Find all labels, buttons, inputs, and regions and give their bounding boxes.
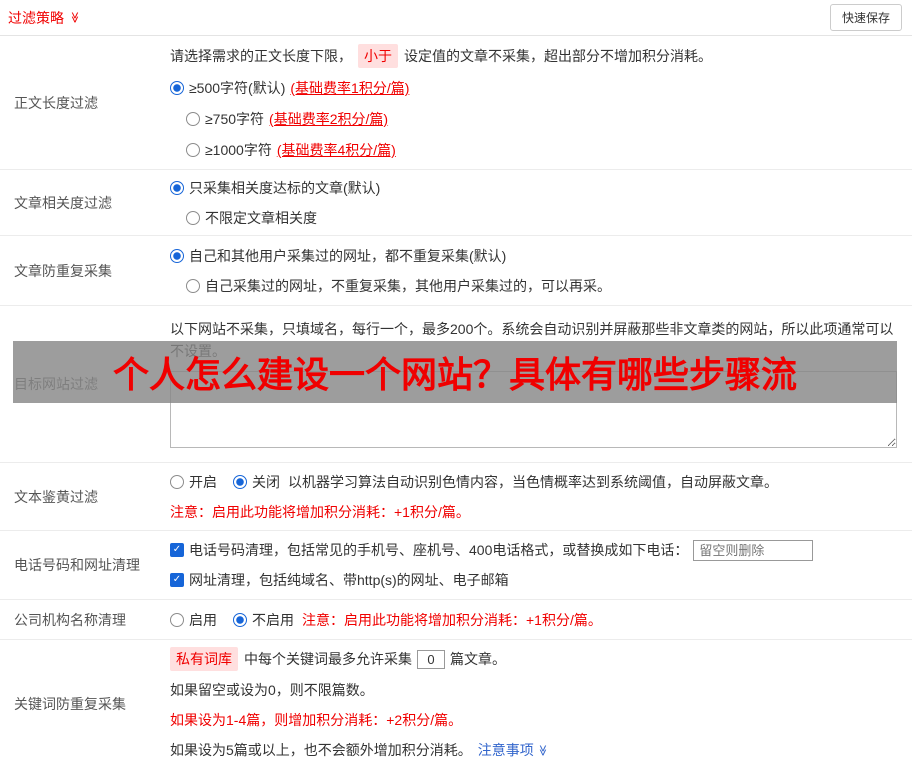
rate-note: (基础费率2积分/篇)	[269, 111, 389, 127]
radio-icon[interactable]	[233, 612, 247, 627]
row-dedup-filter: 文章防重复采集 自己和其他用户采集过的网址，都不重复采集(默认) 自己采集过的网…	[0, 236, 912, 306]
company-clean-note: 注意：启用此功能将增加积分消耗：+1积分/篇。	[302, 611, 602, 628]
radio-label: 自己和其他用户采集过的网址，都不重复采集(默认)	[189, 247, 507, 264]
radio-icon[interactable]	[186, 143, 200, 157]
radio-label: 只采集相关度达标的文章(默认)	[189, 179, 381, 196]
page-header: 过滤策略 ≫ 快速保存	[0, 0, 912, 36]
radio-icon[interactable]	[186, 210, 200, 225]
radio-label: 开启	[189, 473, 217, 490]
checkbox-label: 电话号码清理，包括常见的手机号、座机号、400电话格式，或替换成如下电话：	[189, 542, 689, 558]
checkbox-phone-clean[interactable]: 电话号码清理，包括常见的手机号、座机号、400电话格式，或替换成如下电话：	[170, 539, 688, 561]
row-company-clean: 公司机构名称清理 启用 不启用 注意：启用此功能将增加积分消耗：+1积分/篇。	[0, 600, 912, 640]
radio-label: 关闭	[252, 473, 280, 490]
radio-dedup-own[interactable]: 自己采集过的网址，不重复采集，其他用户采集过的，可以再采。	[186, 275, 897, 297]
radio-porn-off[interactable]: 关闭	[233, 471, 280, 493]
porn-filter-desc: 以机器学习算法自动识别色情内容，当色情概率达到系统阈值，自动屏蔽文章。	[288, 473, 778, 490]
row-length-filter: 正文长度过滤 请选择需求的正文长度下限， 小于 设定值的文章不采集，超出部分不增…	[0, 36, 912, 170]
row-label: 电话号码和网址清理	[14, 557, 140, 573]
page-title: 过滤策略	[8, 9, 64, 26]
row-label: 关键词防重复采集	[14, 696, 126, 712]
keyword-note-cost: 如果设为1-4篇，则增加积分消耗：+2积分/篇。	[170, 712, 463, 728]
chevron-down-icon: ≫	[536, 744, 549, 756]
radio-label: ≥500字符(默认)	[189, 80, 286, 96]
radio-company-on[interactable]: 启用	[170, 609, 217, 631]
radio-label: 不启用	[252, 611, 294, 628]
keyword-note-five: 如果设为5篇或以上，也不会额外增加积分消耗。	[170, 742, 472, 758]
row-porn-filter: 文本鉴黄过滤 开启 关闭 以机器学习算法自动识别色情内容，当色情概率达到系统阈值…	[0, 463, 912, 531]
phone-replace-input[interactable]	[693, 539, 814, 561]
radio-option-500[interactable]: ≥500字符(默认) (基础费率1积分/篇)	[170, 77, 897, 99]
radio-label: 启用	[189, 611, 217, 628]
row-label: 公司机构名称清理	[14, 611, 126, 628]
rate-note: (基础费率4积分/篇)	[276, 142, 396, 158]
chevron-down-icon: ≫	[68, 11, 81, 24]
row-label: 文本鉴黄过滤	[14, 488, 98, 505]
ad-overlay[interactable]: 个人怎么建设一个网站？具体有哪些步骤流	[13, 341, 897, 403]
notice-link[interactable]: 注意事项 ≫	[478, 739, 548, 761]
radio-icon[interactable]	[233, 474, 247, 489]
radio-label: ≥1000字符	[205, 142, 272, 158]
intro-post: 设定值的文章不采集，超出部分不增加积分消耗。	[404, 48, 712, 64]
ad-overlay-text: 个人怎么建设一个网站？具体有哪些步骤流	[112, 354, 797, 395]
radio-icon[interactable]	[186, 112, 200, 126]
radio-icon[interactable]	[170, 81, 184, 95]
rate-note: (基础费率1积分/篇)	[290, 80, 410, 96]
keyword-count-input[interactable]	[417, 649, 445, 669]
row-keyword-dedup: 关键词防重复采集 私有词库 中每个关键词最多允许采集 篇文章。 如果留空或设为0…	[0, 640, 912, 768]
row-label: 文章防重复采集	[14, 262, 112, 279]
keyword-limit-tail: 篇文章。	[450, 651, 506, 667]
radio-option-750[interactable]: ≥750字符 (基础费率2积分/篇)	[186, 108, 897, 130]
checkbox-icon[interactable]	[170, 543, 184, 557]
quick-save-button[interactable]: 快速保存	[829, 4, 902, 31]
radio-porn-on[interactable]: 开启	[170, 471, 217, 493]
radio-dedup-all[interactable]: 自己和其他用户采集过的网址，都不重复采集(默认)	[170, 245, 897, 267]
row-label: 文章相关度过滤	[14, 194, 112, 211]
filter-strategy-title[interactable]: 过滤策略 ≫	[8, 8, 80, 28]
radio-icon[interactable]	[170, 612, 184, 627]
intro-pre: 请选择需求的正文长度下限，	[170, 48, 352, 64]
porn-filter-note: 注意：启用此功能将增加积分消耗：+1积分/篇。	[170, 503, 470, 520]
checkbox-icon[interactable]	[170, 573, 184, 587]
radio-label: 自己采集过的网址，不重复采集，其他用户采集过的，可以再采。	[205, 277, 611, 294]
radio-relevance-default[interactable]: 只采集相关度达标的文章(默认)	[170, 177, 897, 199]
radio-icon[interactable]	[170, 248, 184, 263]
notice-link-label: 注意事项	[477, 742, 534, 758]
checkbox-url-clean[interactable]: 网址清理，包括纯域名、带http(s)的网址、电子邮箱	[170, 569, 509, 591]
row-phone-url-clean: 电话号码和网址清理 电话号码清理，包括常见的手机号、座机号、400电话格式，或替…	[0, 531, 912, 600]
radio-icon[interactable]	[186, 278, 200, 293]
radio-company-off[interactable]: 不启用	[233, 609, 294, 631]
radio-label: 不限定文章相关度	[205, 209, 317, 226]
keyword-note-zero: 如果留空或设为0，则不限篇数。	[170, 682, 374, 698]
radio-option-1000[interactable]: ≥1000字符 (基础费率4积分/篇)	[186, 139, 897, 161]
radio-relevance-unlimited[interactable]: 不限定文章相关度	[186, 207, 897, 229]
row-label: 正文长度过滤	[14, 94, 98, 111]
keyword-limit-text: 中每个关键词最多允许采集	[244, 651, 412, 667]
length-filter-intro: 请选择需求的正文长度下限， 小于 设定值的文章不采集，超出部分不增加积分消耗。	[170, 44, 897, 68]
private-thesaurus-chip[interactable]: 私有词库	[170, 647, 238, 671]
highlight-chip: 小于	[358, 44, 398, 68]
radio-icon[interactable]	[170, 474, 184, 489]
radio-label: ≥750字符	[205, 111, 265, 127]
checkbox-label: 网址清理，包括纯域名、带http(s)的网址、电子邮箱	[189, 572, 509, 588]
row-relevance-filter: 文章相关度过滤 只采集相关度达标的文章(默认) 不限定文章相关度	[0, 170, 912, 236]
radio-icon[interactable]	[170, 180, 184, 195]
